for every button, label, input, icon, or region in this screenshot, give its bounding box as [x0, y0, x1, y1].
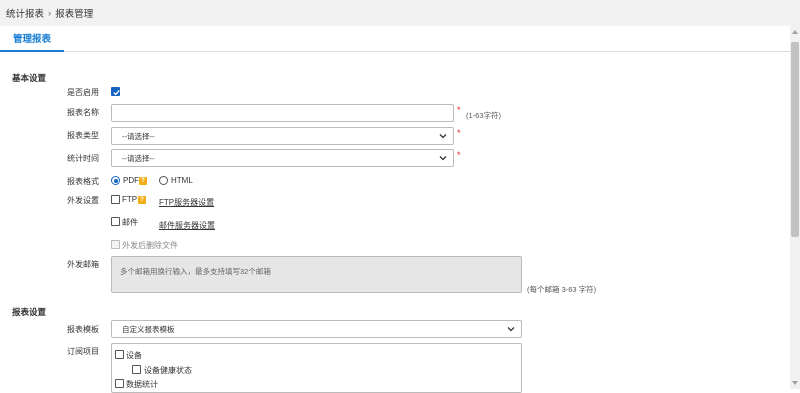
ftp-label: FTP [122, 195, 138, 204]
check-icon [113, 90, 120, 96]
section-basic-title: 基本设置 [12, 73, 47, 83]
format-pdf-radio[interactable] [111, 176, 120, 185]
stat-time-value: --请选择-- [122, 153, 155, 163]
subscribe-items-list: 设备 设备健康状态 数据统计 [111, 343, 522, 393]
ftp-checkbox[interactable] [111, 195, 120, 204]
format-html-label: HTML [171, 176, 193, 185]
mail-server-settings-link[interactable]: 邮件服务器设置 [159, 220, 215, 231]
format-html-radio[interactable] [159, 176, 168, 185]
name-label: 报表名称 [67, 108, 99, 117]
format-pdf-label: PDF [123, 176, 139, 185]
stat-time-select[interactable]: --请选择-- [111, 149, 454, 167]
report-type-value: --请选择-- [122, 131, 155, 141]
delete-after-send-checkbox[interactable] [111, 240, 120, 249]
scroll-down-icon[interactable] [792, 381, 798, 385]
send-label: 外发设置 [67, 196, 99, 205]
enabled-checkbox[interactable] [111, 87, 120, 96]
time-label: 统计时间 [67, 154, 99, 163]
chevron-down-icon [439, 156, 447, 161]
format-label: 报表格式 [67, 177, 99, 186]
report-template-value: 自定义报表模板 [122, 324, 175, 334]
email-label: 外发邮箱 [67, 260, 99, 269]
item-data-stats-label: 数据统计 [126, 380, 158, 389]
chevron-down-icon [507, 327, 515, 332]
item-device-health-label: 设备健康状态 [144, 366, 192, 375]
enabled-label: 是否启用 [67, 88, 99, 97]
required-mark: * [457, 150, 461, 160]
chevron-down-icon [439, 134, 447, 139]
item-device-checkbox[interactable] [115, 350, 124, 359]
subscribe-label: 订阅项目 [67, 347, 99, 356]
breadcrumb-parent[interactable]: 统计报表 [6, 6, 44, 20]
required-mark: * [457, 128, 461, 138]
report-template-select[interactable]: 自定义报表模板 [111, 320, 522, 338]
ftp-server-settings-link[interactable]: FTP服务器设置 [159, 197, 214, 208]
name-hint: (1-63字符) [466, 111, 502, 120]
report-name-input[interactable] [111, 104, 454, 122]
scrollbar-thumb[interactable] [791, 42, 799, 237]
item-device-label: 设备 [126, 351, 142, 360]
item-device-health-checkbox[interactable] [132, 365, 141, 374]
required-mark: * [457, 105, 461, 115]
scroll-up-icon[interactable] [792, 30, 798, 34]
help-icon[interactable]: ? [138, 196, 146, 204]
email-textarea[interactable]: 多个邮箱用换行输入，最多支持填写32个邮箱 [111, 256, 522, 293]
mail-label: 邮件 [122, 218, 138, 227]
page-scrollbar[interactable] [790, 26, 800, 389]
help-icon[interactable]: ? [139, 177, 147, 185]
item-data-stats-checkbox[interactable] [115, 379, 124, 388]
delete-after-send-label: 外发后删除文件 [122, 241, 178, 250]
email-hint: (每个邮箱 3-63 字符) [527, 285, 597, 294]
section-report-title: 报表设置 [12, 307, 47, 317]
tab-bar: 管理报表 [0, 26, 790, 52]
report-type-select[interactable]: --请选择-- [111, 127, 454, 145]
tab-manage-report[interactable]: 管理报表 [0, 26, 65, 52]
mail-checkbox[interactable] [111, 217, 120, 226]
type-label: 报表类型 [67, 131, 99, 140]
breadcrumb-separator: › [48, 7, 52, 19]
template-label: 报表模板 [67, 325, 99, 334]
breadcrumb: 统计报表 › 报表管理 [0, 0, 800, 26]
breadcrumb-current: 报表管理 [55, 9, 94, 20]
